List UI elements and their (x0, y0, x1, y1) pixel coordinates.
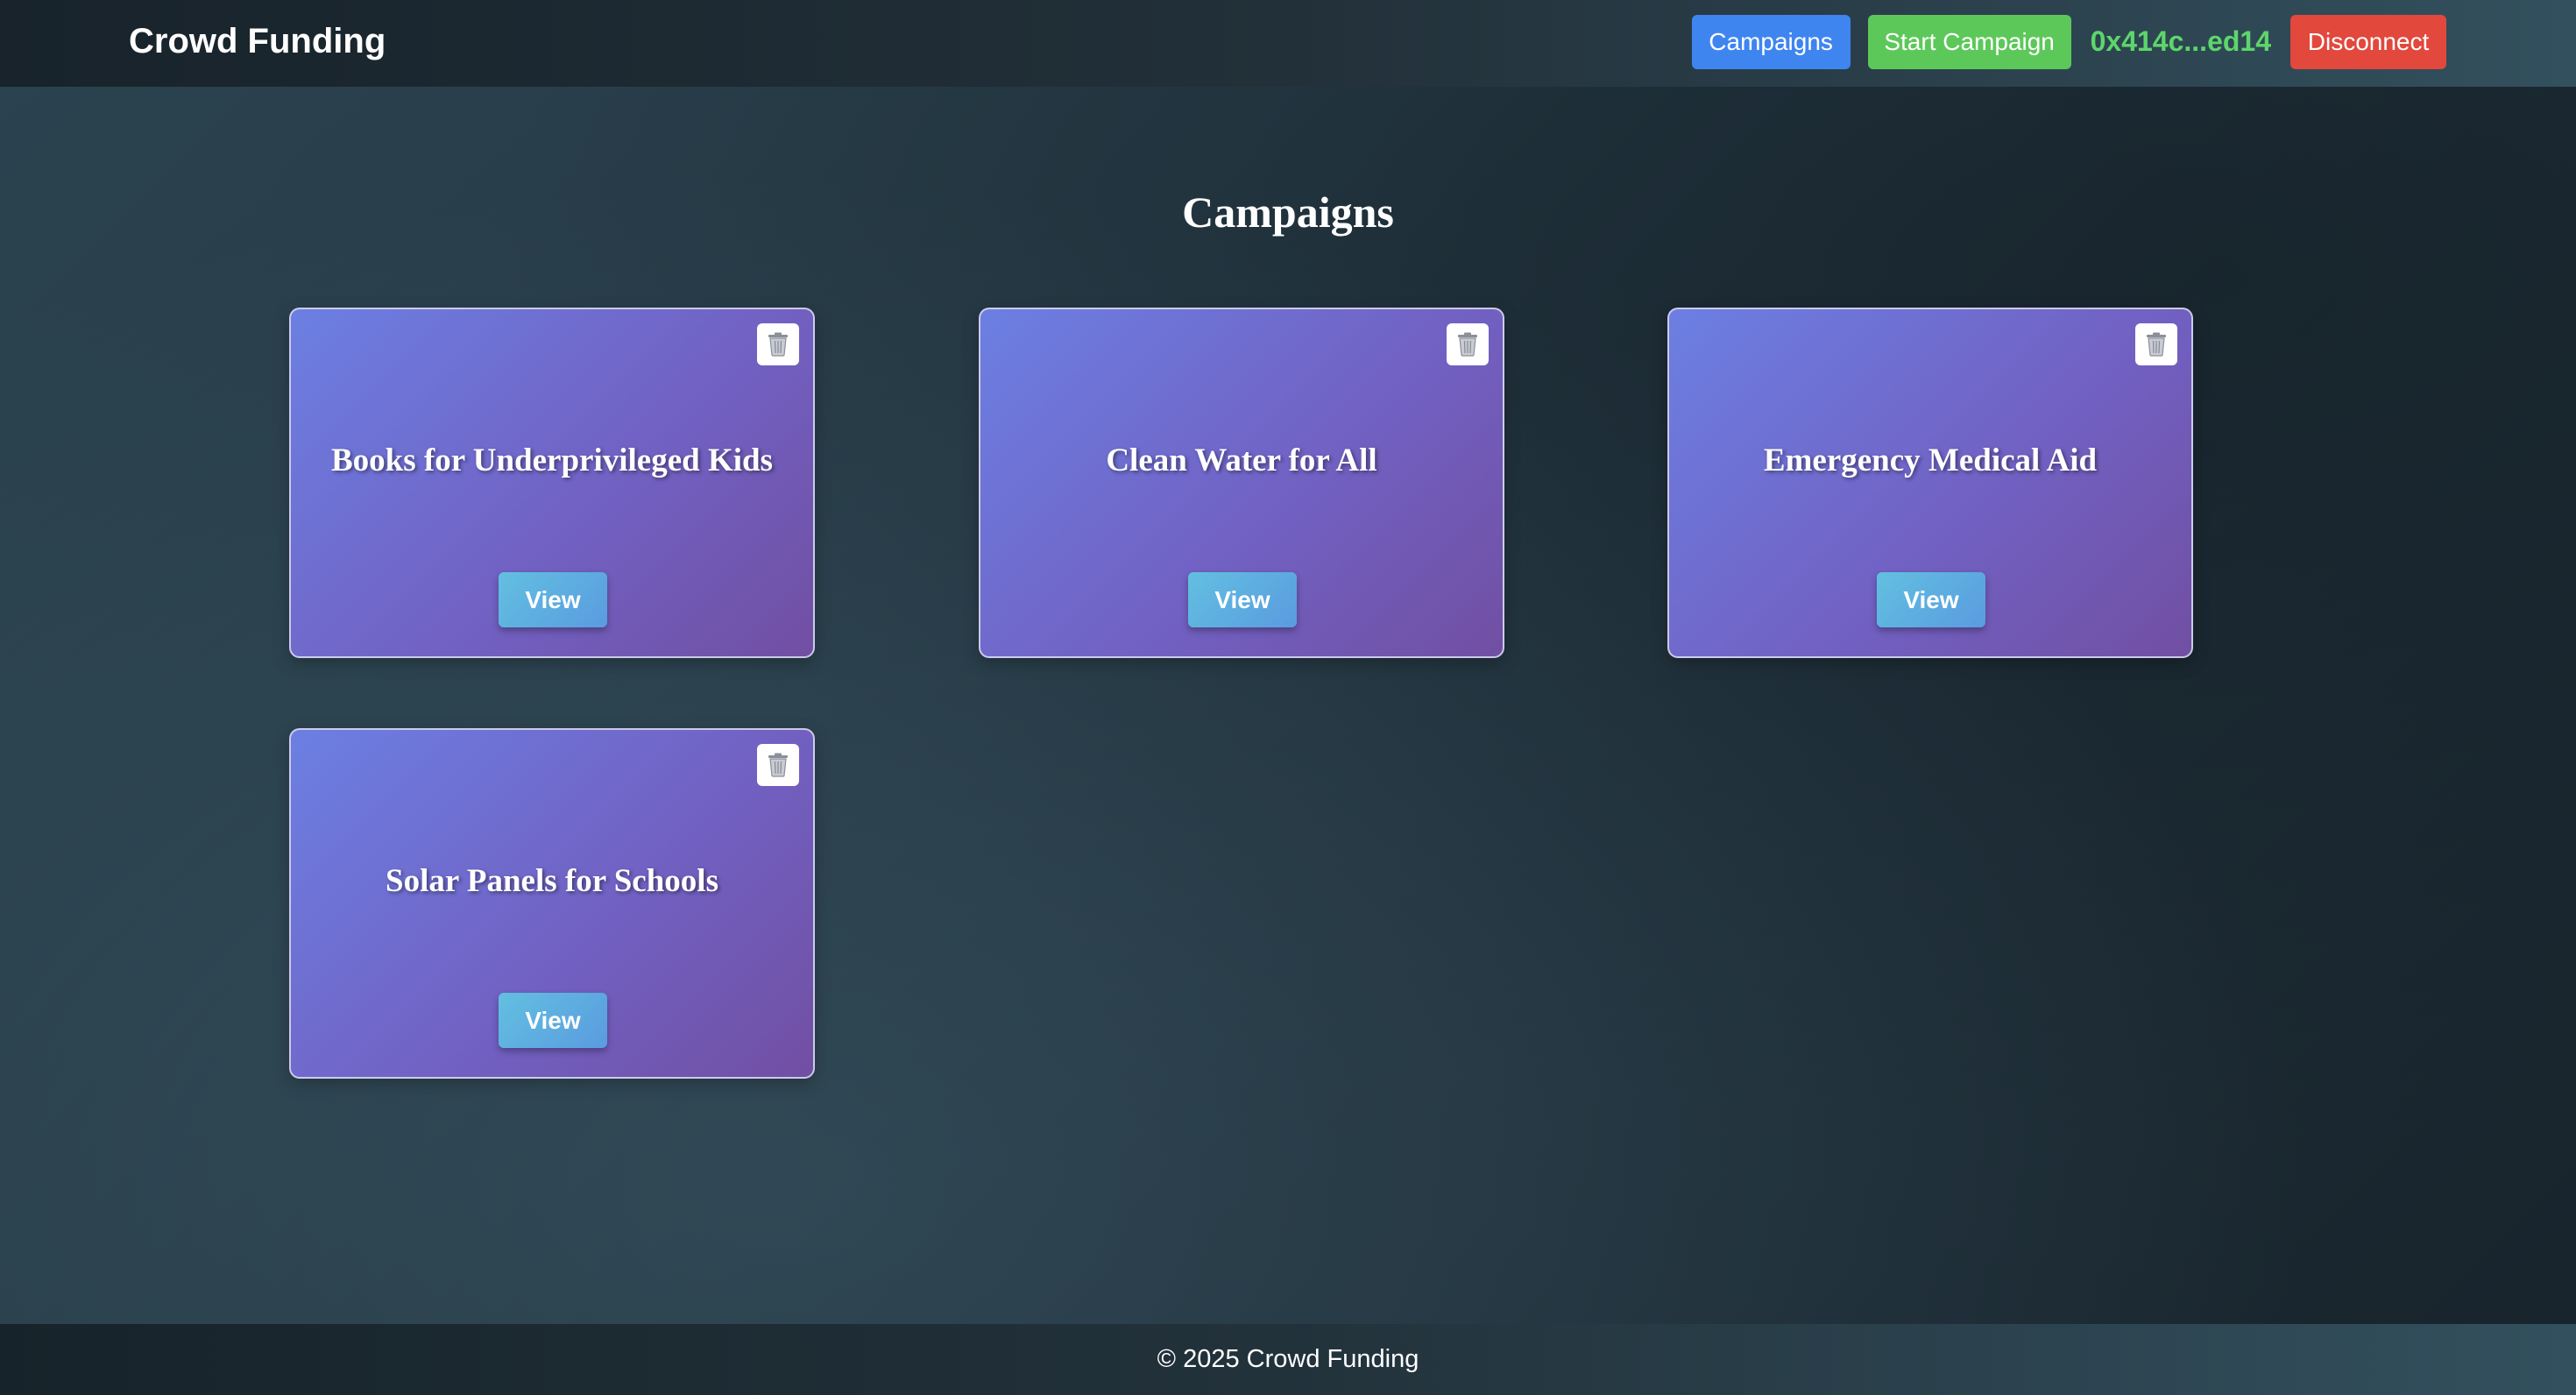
campaign-title: Solar Panels for Schools (386, 863, 718, 899)
delete-campaign-button[interactable] (2135, 323, 2177, 365)
campaign-title: Emergency Medical Aid (1763, 443, 2098, 478)
start-campaign-button[interactable]: Start Campaign (1867, 14, 2071, 69)
nav-actions: Campaigns Start Campaign 0x414c...ed14 D… (1691, 14, 2446, 69)
view-campaign-button[interactable]: View (1877, 572, 1985, 627)
page-footer: © 2025 Crowd Funding (0, 1324, 2576, 1395)
view-campaign-button[interactable]: View (499, 993, 607, 1048)
campaigns-button[interactable]: Campaigns (1691, 14, 1851, 69)
disconnect-button[interactable]: Disconnect (2290, 14, 2446, 69)
campaign-card: Books for Underprivileged Kids View (289, 308, 815, 658)
wallet-address: 0x414c...ed14 (2090, 25, 2271, 57)
trash-icon (768, 753, 788, 777)
delete-campaign-button[interactable] (757, 744, 799, 786)
footer-copyright: © 2025 Crowd Funding (1157, 1345, 1419, 1373)
campaign-card: Clean Water for All View (979, 308, 1504, 658)
view-campaign-button[interactable]: View (1188, 572, 1297, 627)
trash-icon (768, 332, 788, 357)
delete-campaign-button[interactable] (1447, 323, 1489, 365)
view-campaign-button[interactable]: View (499, 572, 607, 627)
trash-icon (1458, 332, 1477, 357)
page-title: Campaigns (1182, 188, 1394, 237)
top-navbar: Crowd Funding Campaigns Start Campaign 0… (0, 0, 2576, 87)
campaign-title: Books for Underprivileged Kids (331, 443, 773, 478)
campaign-card: Solar Panels for Schools View (289, 728, 815, 1079)
campaign-title: Clean Water for All (1106, 443, 1377, 478)
trash-icon (2147, 332, 2166, 357)
campaign-card: Emergency Medical Aid View (1667, 308, 2193, 658)
delete-campaign-button[interactable] (757, 323, 799, 365)
brand-title[interactable]: Crowd Funding (129, 19, 386, 63)
